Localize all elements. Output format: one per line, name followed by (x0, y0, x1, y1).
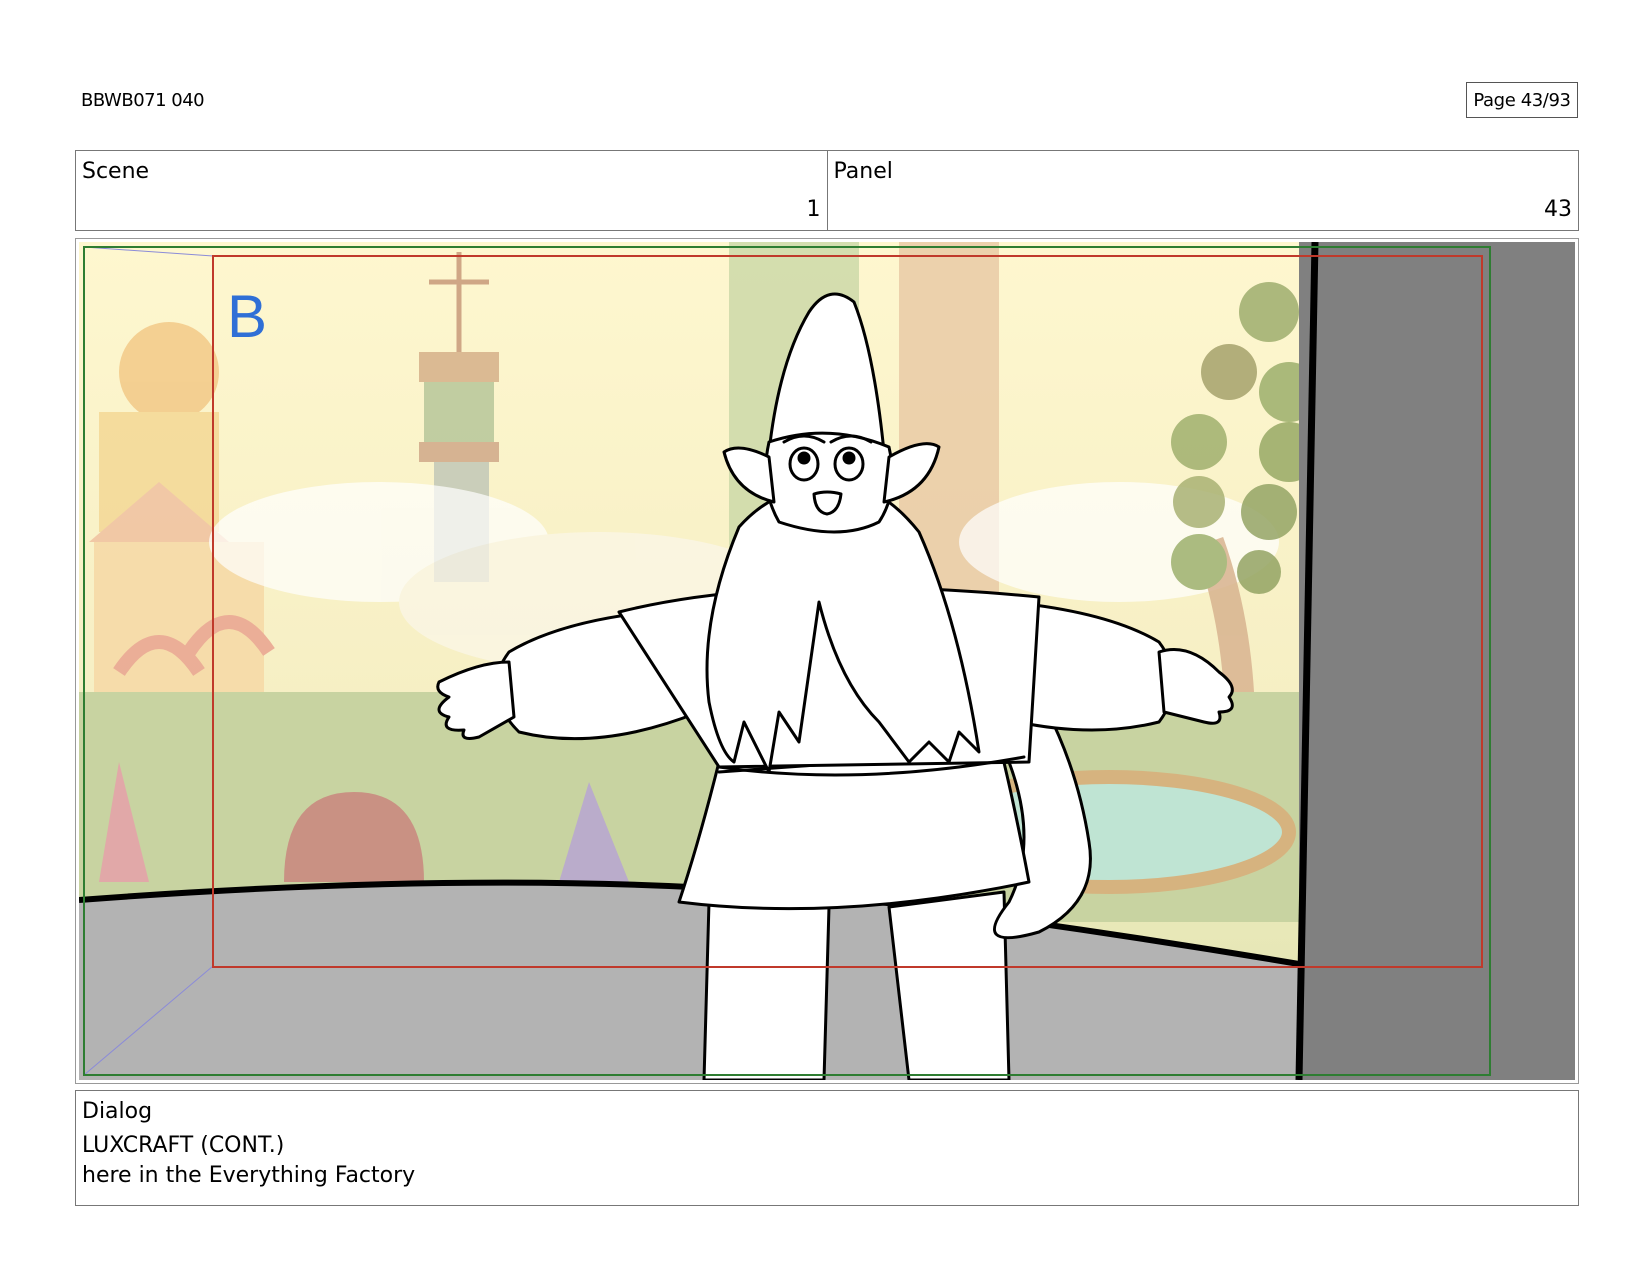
panel-label: Panel (833, 159, 893, 184)
scene-cell: Scene 1 (76, 151, 827, 230)
dialog-label: Dialog (82, 1099, 153, 1124)
panel-artwork: B (79, 242, 1575, 1080)
panel-value: 43 (1544, 197, 1572, 222)
dialog-box: Dialog LUXCRAFT (CONT.) here in the Ever… (75, 1090, 1579, 1206)
dialog-speaker: LUXCRAFT (CONT.) (82, 1133, 285, 1158)
scene-panel-info: Scene 1 Panel 43 (75, 150, 1579, 231)
layer-marker-b: B (227, 283, 267, 350)
gnome-face (764, 431, 894, 534)
stage-wall (1299, 242, 1575, 1080)
scene-value: 1 (806, 197, 821, 222)
page-number-badge: Page 43/93 (1466, 82, 1578, 118)
document-id: BBWB071 040 (81, 90, 205, 111)
gnome-right-leg (887, 890, 1011, 1080)
gnome-left-leg (702, 900, 831, 1080)
scene-label: Scene (82, 159, 150, 184)
storyboard-panel: B (75, 238, 1579, 1084)
dialog-line: here in the Everything Factory (82, 1163, 416, 1188)
panel-cell: Panel 43 (826, 151, 1579, 230)
scene-illustration: B (79, 242, 1575, 1080)
